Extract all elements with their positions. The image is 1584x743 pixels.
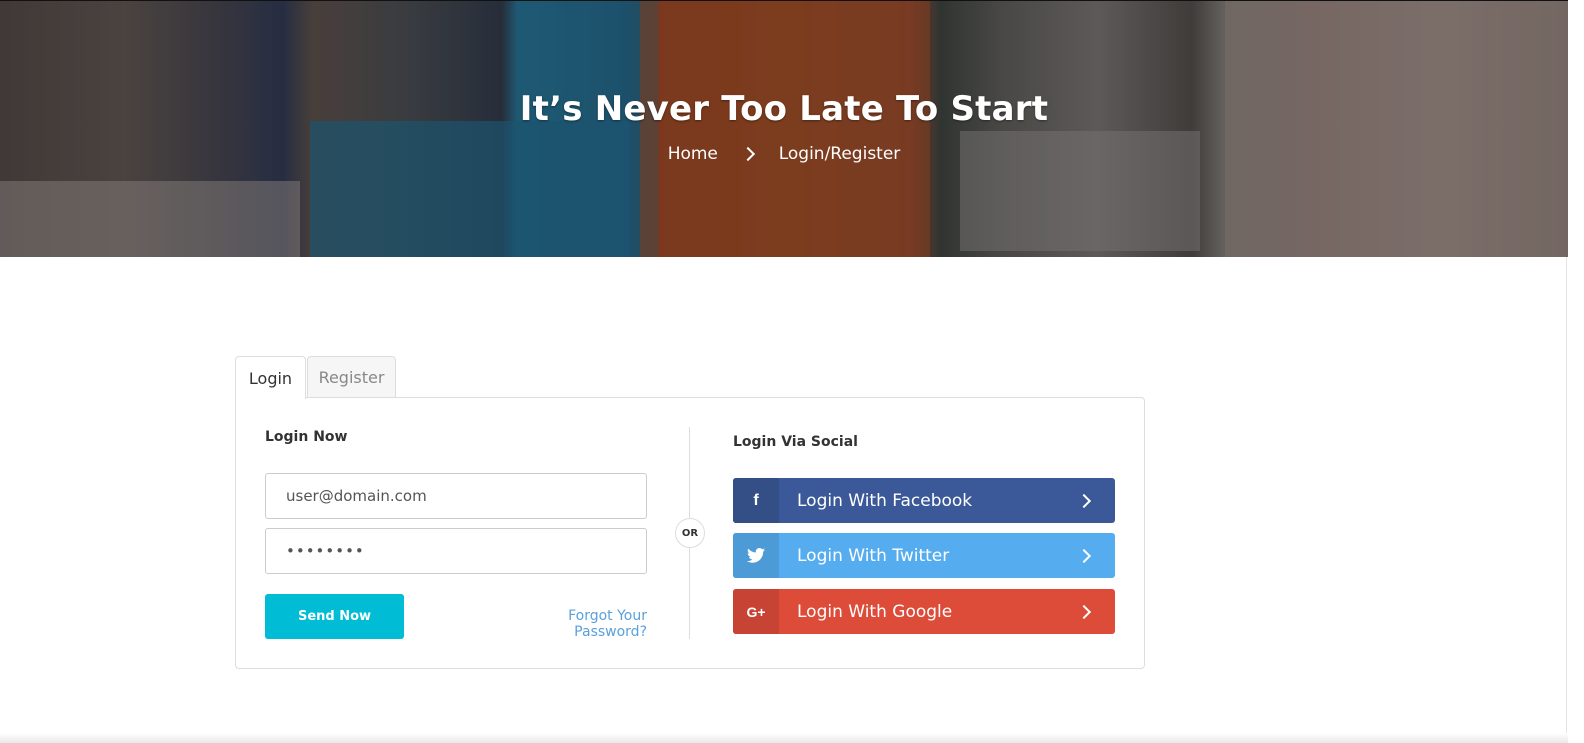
chevron-right-icon [1076,493,1092,508]
page-title: It’s Never Too Late To Start [519,89,1049,129]
login-facebook-button[interactable]: f Login With Facebook [733,478,1115,523]
twitter-icon [733,533,779,578]
forgot-password-link[interactable]: Forgot Your Password? [498,608,647,640]
hero-overlay [0,1,1568,257]
login-heading: Login Now [265,429,348,445]
email-field[interactable] [265,473,647,519]
breadcrumb: Home Login/Register [0,144,1568,164]
or-badge: OR [675,518,705,548]
tab-login[interactable]: Login [235,356,306,399]
chevron-right-icon [743,146,753,162]
chevron-right-icon [1076,548,1092,563]
tab-register[interactable]: Register [307,356,396,398]
login-twitter-button[interactable]: Login With Twitter [733,533,1115,578]
password-field[interactable] [265,528,647,574]
login-twitter-label: Login With Twitter [797,545,950,566]
facebook-icon: f [733,478,779,523]
login-facebook-label: Login With Facebook [797,490,973,511]
breadcrumb-current: Login/Register [778,144,901,164]
breadcrumb-home-link[interactable]: Home [668,144,718,164]
login-google-label: Login With Google [797,601,953,622]
login-google-button[interactable]: G+ Login With Google [733,589,1115,634]
page-edge-line [1566,257,1567,743]
chevron-right-icon [1076,604,1092,619]
google-plus-icon: G+ [733,589,779,634]
send-now-button[interactable]: Send Now [265,594,404,639]
page-bottom-edge [0,733,1568,743]
social-heading: Login Via Social [733,434,858,450]
hero-banner: It’s Never Too Late To Start Home Login/… [0,0,1568,257]
